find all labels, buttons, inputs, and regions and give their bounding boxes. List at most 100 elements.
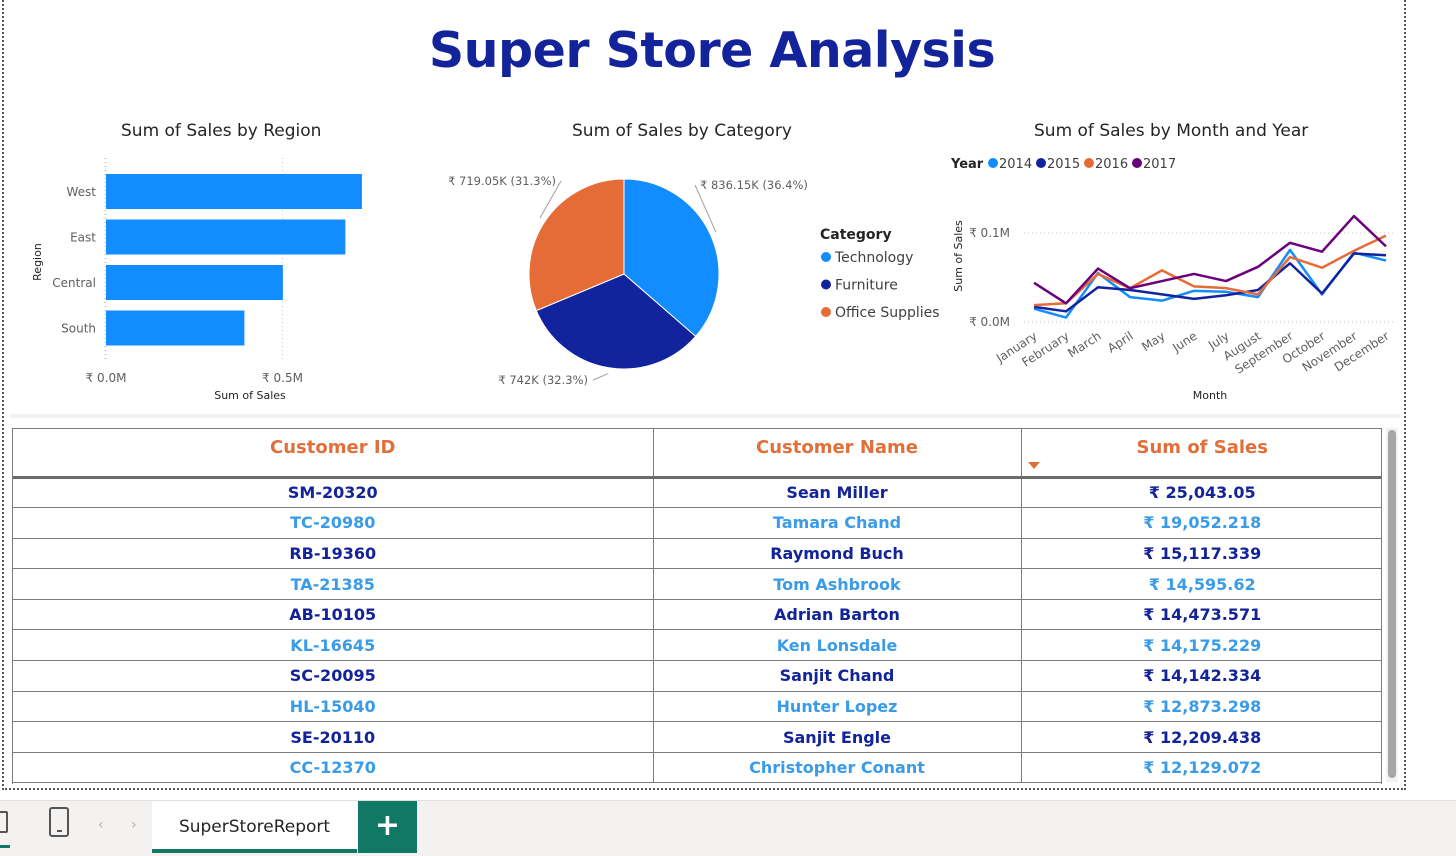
x-axis-title: Sum of Sales — [214, 389, 286, 402]
table-row[interactable]: KL-16645 Ken Lonsdale ₹ 14,175.229 — [13, 629, 1381, 662]
section-divider — [10, 414, 1400, 418]
customer-sales-table[interactable]: Customer ID Customer Name Sum of Sales S… — [12, 428, 1382, 784]
cell-sum-of-sales: ₹ 15,117.339 — [1021, 538, 1381, 570]
header-sum-of-sales[interactable]: Sum of Sales — [1021, 429, 1381, 479]
legend-marker — [821, 279, 831, 290]
cell-sum-of-sales: ₹ 14,473.571 — [1021, 599, 1381, 631]
y-tick-label: ₹ 0.1M — [969, 226, 1010, 240]
cell-sum-of-sales: ₹ 12,873.298 — [1021, 691, 1381, 723]
cell-customer-id: CC-12370 — [13, 752, 654, 784]
report-canvas: Super Store Analysis Sum of Sales by Reg… — [0, 0, 1456, 856]
pie-data-label: ₹ 836.15K (36.4%) — [700, 178, 808, 192]
table-row[interactable]: HL-15040 Hunter Lopez ₹ 12,873.298 — [13, 691, 1381, 723]
cell-customer-name: Ken Lonsdale — [653, 629, 1022, 662]
cell-customer-id: HL-15040 — [13, 691, 654, 723]
x-tick-label: ₹ 0.0M — [86, 371, 127, 385]
add-page-button[interactable]: + — [358, 801, 417, 853]
header-customer-name[interactable]: Customer Name — [653, 429, 1022, 479]
cell-customer-id: KL-16645 — [13, 629, 654, 662]
chevron-left-icon[interactable]: ‹ — [98, 817, 104, 833]
legend-marker — [821, 307, 831, 317]
bar-south — [106, 310, 245, 346]
legend-marker — [1084, 158, 1094, 168]
cell-customer-id: TC-20980 — [13, 507, 654, 539]
tab-superstorereport[interactable]: SuperStoreReport — [152, 801, 357, 853]
legend-label: 2014 — [999, 157, 1032, 172]
cell-customer-name: Raymond Buch — [653, 538, 1022, 570]
category-label: East — [70, 231, 96, 245]
month-line-chart[interactable]: ₹ 0.0M₹ 0.1MJanuaryFebruaryMarch April May… — [940, 140, 1400, 410]
cell-customer-name: Sanjit Chand — [653, 660, 1022, 692]
table-row[interactable]: AB-10105 Adrian Barton ₹ 14,473.571 — [13, 599, 1381, 631]
pie-data-label: ₹ 742K (32.3%) — [498, 373, 588, 387]
desktop-layout-icon[interactable] — [0, 811, 8, 833]
pie-data-label: ₹ 719.05K (31.3%) — [448, 174, 556, 188]
scrollbar-thumb[interactable] — [1388, 430, 1396, 778]
x-axis-title: Month — [1193, 389, 1228, 402]
cell-customer-name: Adrian Barton — [653, 599, 1022, 631]
cell-sum-of-sales: ₹ 25,043.05 — [1021, 477, 1381, 509]
cell-customer-id: RB-19360 — [13, 538, 654, 570]
x-tick-label: March — [1065, 329, 1103, 361]
x-tick-label: ₹ 0.5M — [262, 371, 303, 385]
cell-sum-of-sales: ₹ 12,209.438 — [1021, 721, 1381, 753]
legend-label: 2016 — [1095, 157, 1128, 172]
category-label: Central — [52, 276, 96, 290]
cell-customer-name: Tamara Chand — [653, 507, 1022, 539]
legend-label: 2015 — [1047, 157, 1080, 172]
bar-central — [106, 265, 283, 300]
cell-customer-name: Christopher Conant — [653, 752, 1022, 784]
bar-west — [106, 174, 362, 209]
cell-customer-id: AB-10105 — [13, 599, 654, 631]
cell-sum-of-sales: ₹ 19,052.218 — [1021, 507, 1381, 539]
category-pie-chart[interactable]: ₹ 836.15K (36.4%) ₹ 742K (32.3%) ₹ 719.05K… — [420, 140, 950, 410]
bar-east — [106, 219, 346, 255]
desktop-layout-indicator — [0, 845, 10, 848]
table-header-row: Customer ID Customer Name Sum of Sales — [13, 429, 1381, 479]
y-tick-label: ₹ 0.0M — [969, 315, 1010, 329]
legend-marker — [1132, 158, 1142, 168]
header-sum-of-sales-label: Sum of Sales — [1136, 437, 1268, 458]
y-axis-title: Region — [31, 243, 44, 281]
cell-sum-of-sales: ₹ 12,129.072 — [1021, 752, 1381, 784]
cell-customer-name: Tom Ashbrook — [653, 568, 1022, 600]
table-row[interactable]: RB-19360 Raymond Buch ₹ 15,117.339 — [13, 538, 1381, 570]
table-row[interactable]: SE-20110 Sanjit Engle ₹ 12,209.438 — [13, 721, 1381, 753]
legend-title: Category — [820, 227, 892, 243]
cell-customer-id: SE-20110 — [13, 721, 654, 753]
cell-customer-id: SC-20095 — [13, 660, 654, 692]
category-chart-title: Sum of Sales by Category — [572, 121, 792, 141]
legend-label: Furniture — [835, 278, 898, 294]
category-label: South — [61, 322, 96, 336]
legend-label: Office Supplies — [835, 305, 940, 321]
region-bar-chart[interactable]: ₹ 0.0M ₹ 0.5M West East Central South Sum of S… — [0, 140, 420, 410]
report-title: Super Store Analysis — [428, 22, 996, 79]
cell-sum-of-sales: ₹ 14,175.229 — [1021, 629, 1381, 662]
category-label: West — [66, 185, 96, 199]
legend-marker — [821, 252, 831, 262]
x-tick-label: June — [1169, 329, 1199, 356]
table-row[interactable]: SC-20095 Sanjit Chand ₹ 14,142.334 — [13, 660, 1381, 692]
table-row[interactable]: SM-20320 Sean Miller ₹ 25,043.05 — [13, 477, 1381, 509]
legend-marker — [988, 158, 998, 168]
header-customer-id[interactable]: Customer ID — [13, 429, 654, 479]
table-row[interactable]: TC-20980 Tamara Chand ₹ 19,052.218 — [13, 507, 1381, 539]
region-chart-title: Sum of Sales by Region — [121, 121, 322, 141]
mobile-layout-icon[interactable] — [49, 807, 69, 837]
sort-descending-icon — [1027, 462, 1040, 469]
data-label-leader — [592, 373, 609, 381]
y-axis-title: Sum of Sales — [952, 220, 965, 292]
table-scrollbar[interactable] — [1386, 428, 1398, 782]
legend-title: Year — [950, 157, 984, 172]
cell-sum-of-sales: ₹ 14,142.334 — [1021, 660, 1381, 692]
table-row[interactable]: TA-21385 Tom Ashbrook ₹ 14,595.62 — [13, 568, 1381, 600]
legend-marker — [1036, 158, 1046, 168]
chevron-right-icon[interactable]: › — [131, 817, 137, 833]
cell-sum-of-sales: ₹ 14,595.62 — [1021, 568, 1381, 600]
table-row[interactable]: CC-12370 Christopher Conant ₹ 12,129.072 — [13, 752, 1381, 784]
cell-customer-id: SM-20320 — [13, 477, 654, 509]
cell-customer-name: Sean Miller — [653, 477, 1022, 509]
cell-customer-name: Hunter Lopez — [653, 691, 1022, 723]
legend-label: 2017 — [1143, 157, 1176, 172]
page-tab-bar: ‹ › SuperStoreReport + — [0, 800, 1456, 856]
